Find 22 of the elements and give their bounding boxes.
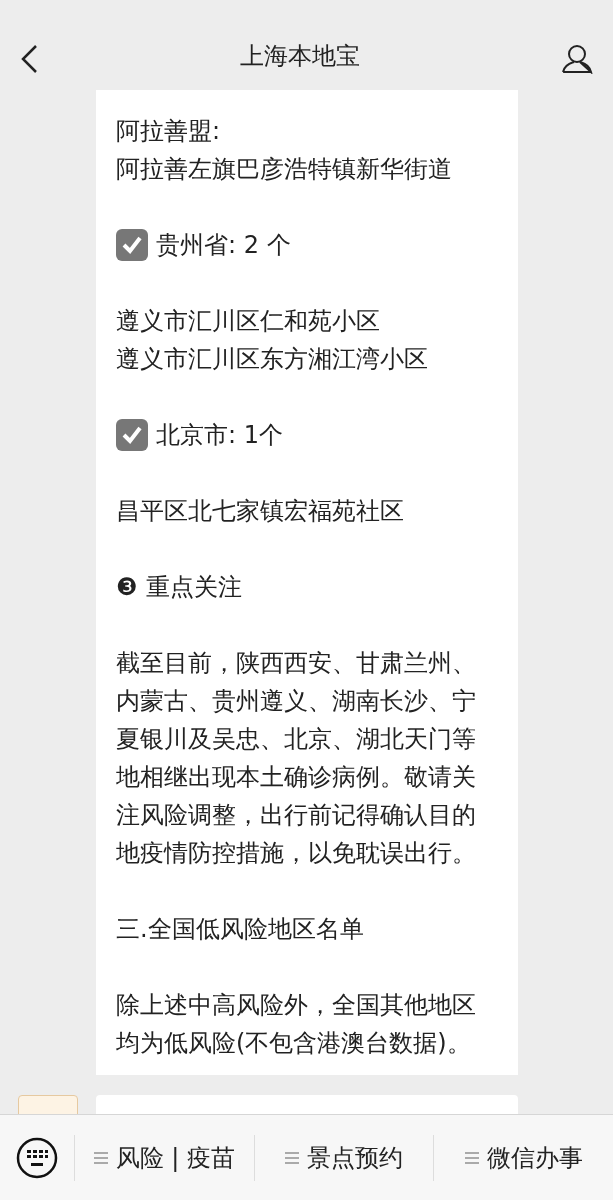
paragraph: 截至目前，陕西西安、甘肃兰州、内蒙古、贵州遵义、湖南长沙、宁夏银川及吴忠、北京、湖北天门等地相继出现本土确诊病例。敬请关注风险调整，出行前记得确认目的地疫情防控措施，以免耽误出行。 — [116, 648, 477, 869]
keyboard-icon[interactable] — [16, 1136, 58, 1179]
page-title: 上海本地宝 — [239, 42, 360, 70]
province-label: 北京市: 1个 — [156, 420, 283, 451]
back-icon[interactable] — [20, 44, 38, 74]
menu-button[interactable]: 微信办事 — [464, 1139, 583, 1176]
menu-button[interactable]: 风险 | 疫苗 — [93, 1139, 235, 1176]
menu-button[interactable]: 景点预约 — [285, 1139, 403, 1176]
number-label: ❸ — [116, 572, 138, 603]
list-icon — [285, 1150, 299, 1165]
province-label: 贵州省: 2 个 — [156, 230, 291, 261]
paragraph: 除上述中高风险外，全国其他地区均为低风险(不包含港澳台数据)。 — [116, 990, 477, 1059]
text-line: 阿拉善盟: — [116, 116, 221, 147]
profile-icon[interactable] — [561, 44, 593, 74]
section-heading: 重点关注 — [145, 572, 242, 603]
text-line: 昌平区北七家镇宏福苑社区 — [116, 496, 404, 527]
text-line: 遵义市汇川区东方湘江湾小区 — [116, 344, 428, 375]
text-line: 阿拉善左旗巴彦浩特镇新华街道 — [116, 154, 452, 185]
text-line: 遵义市汇川区仁和苑小区 — [116, 306, 380, 337]
list-icon — [93, 1150, 108, 1165]
section-heading: 三.全国低风险地区名单 — [116, 914, 364, 945]
list-icon — [464, 1150, 479, 1165]
